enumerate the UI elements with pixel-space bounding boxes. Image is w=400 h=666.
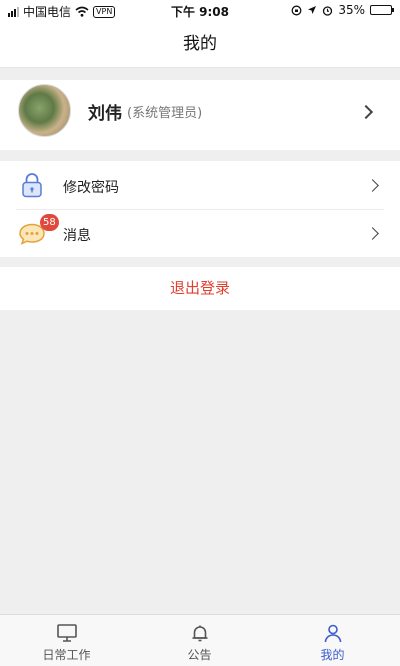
location-icon bbox=[308, 6, 317, 14]
battery-percent: 35% bbox=[338, 3, 365, 17]
tab-announcements[interactable]: 公告 bbox=[133, 615, 266, 666]
menu-list: 修改密码 58 消息 bbox=[0, 161, 400, 257]
status-bar: 中国电信 VPN 下午 9:08 35% bbox=[0, 0, 400, 20]
lock-icon bbox=[22, 173, 42, 198]
menu-item-label: 修改密码 bbox=[63, 180, 119, 196]
tab-label: 公告 bbox=[187, 648, 212, 662]
menu-item-label: 消息 bbox=[63, 228, 91, 244]
battery-icon bbox=[370, 5, 394, 15]
page-title: 我的 bbox=[183, 34, 217, 54]
alarm-icon bbox=[323, 5, 333, 16]
logout-label: 退出登录 bbox=[169, 279, 230, 297]
tab-daily-work[interactable]: 日常工作 bbox=[0, 615, 133, 666]
person-icon bbox=[324, 624, 342, 643]
avatar bbox=[18, 84, 71, 137]
menu-item-change-password[interactable]: 修改密码 bbox=[0, 161, 400, 210]
tab-mine[interactable]: 我的 bbox=[266, 615, 400, 666]
bell-icon bbox=[192, 625, 208, 642]
nav-bar: 我的 bbox=[0, 20, 400, 68]
tab-label: 我的 bbox=[320, 648, 345, 662]
logout-button[interactable]: 退出登录 bbox=[0, 267, 400, 310]
user-name: 刘伟 bbox=[88, 104, 122, 124]
user-role: (系统管理员) bbox=[127, 106, 203, 121]
chevron-right-icon bbox=[366, 179, 379, 192]
status-right: 35% bbox=[291, 3, 394, 17]
tab-label: 日常工作 bbox=[42, 648, 91, 662]
tab-bar: 日常工作 公告 我的 bbox=[0, 614, 400, 666]
chevron-right-icon bbox=[358, 104, 374, 120]
orientation-lock-icon bbox=[291, 5, 302, 15]
chevron-right-icon bbox=[366, 227, 379, 240]
profile-row[interactable]: 刘伟 (系统管理员) bbox=[0, 80, 400, 150]
monitor-icon bbox=[57, 624, 77, 642]
unread-badge: 58 bbox=[40, 214, 59, 231]
menu-item-messages[interactable]: 58 消息 bbox=[0, 209, 400, 257]
